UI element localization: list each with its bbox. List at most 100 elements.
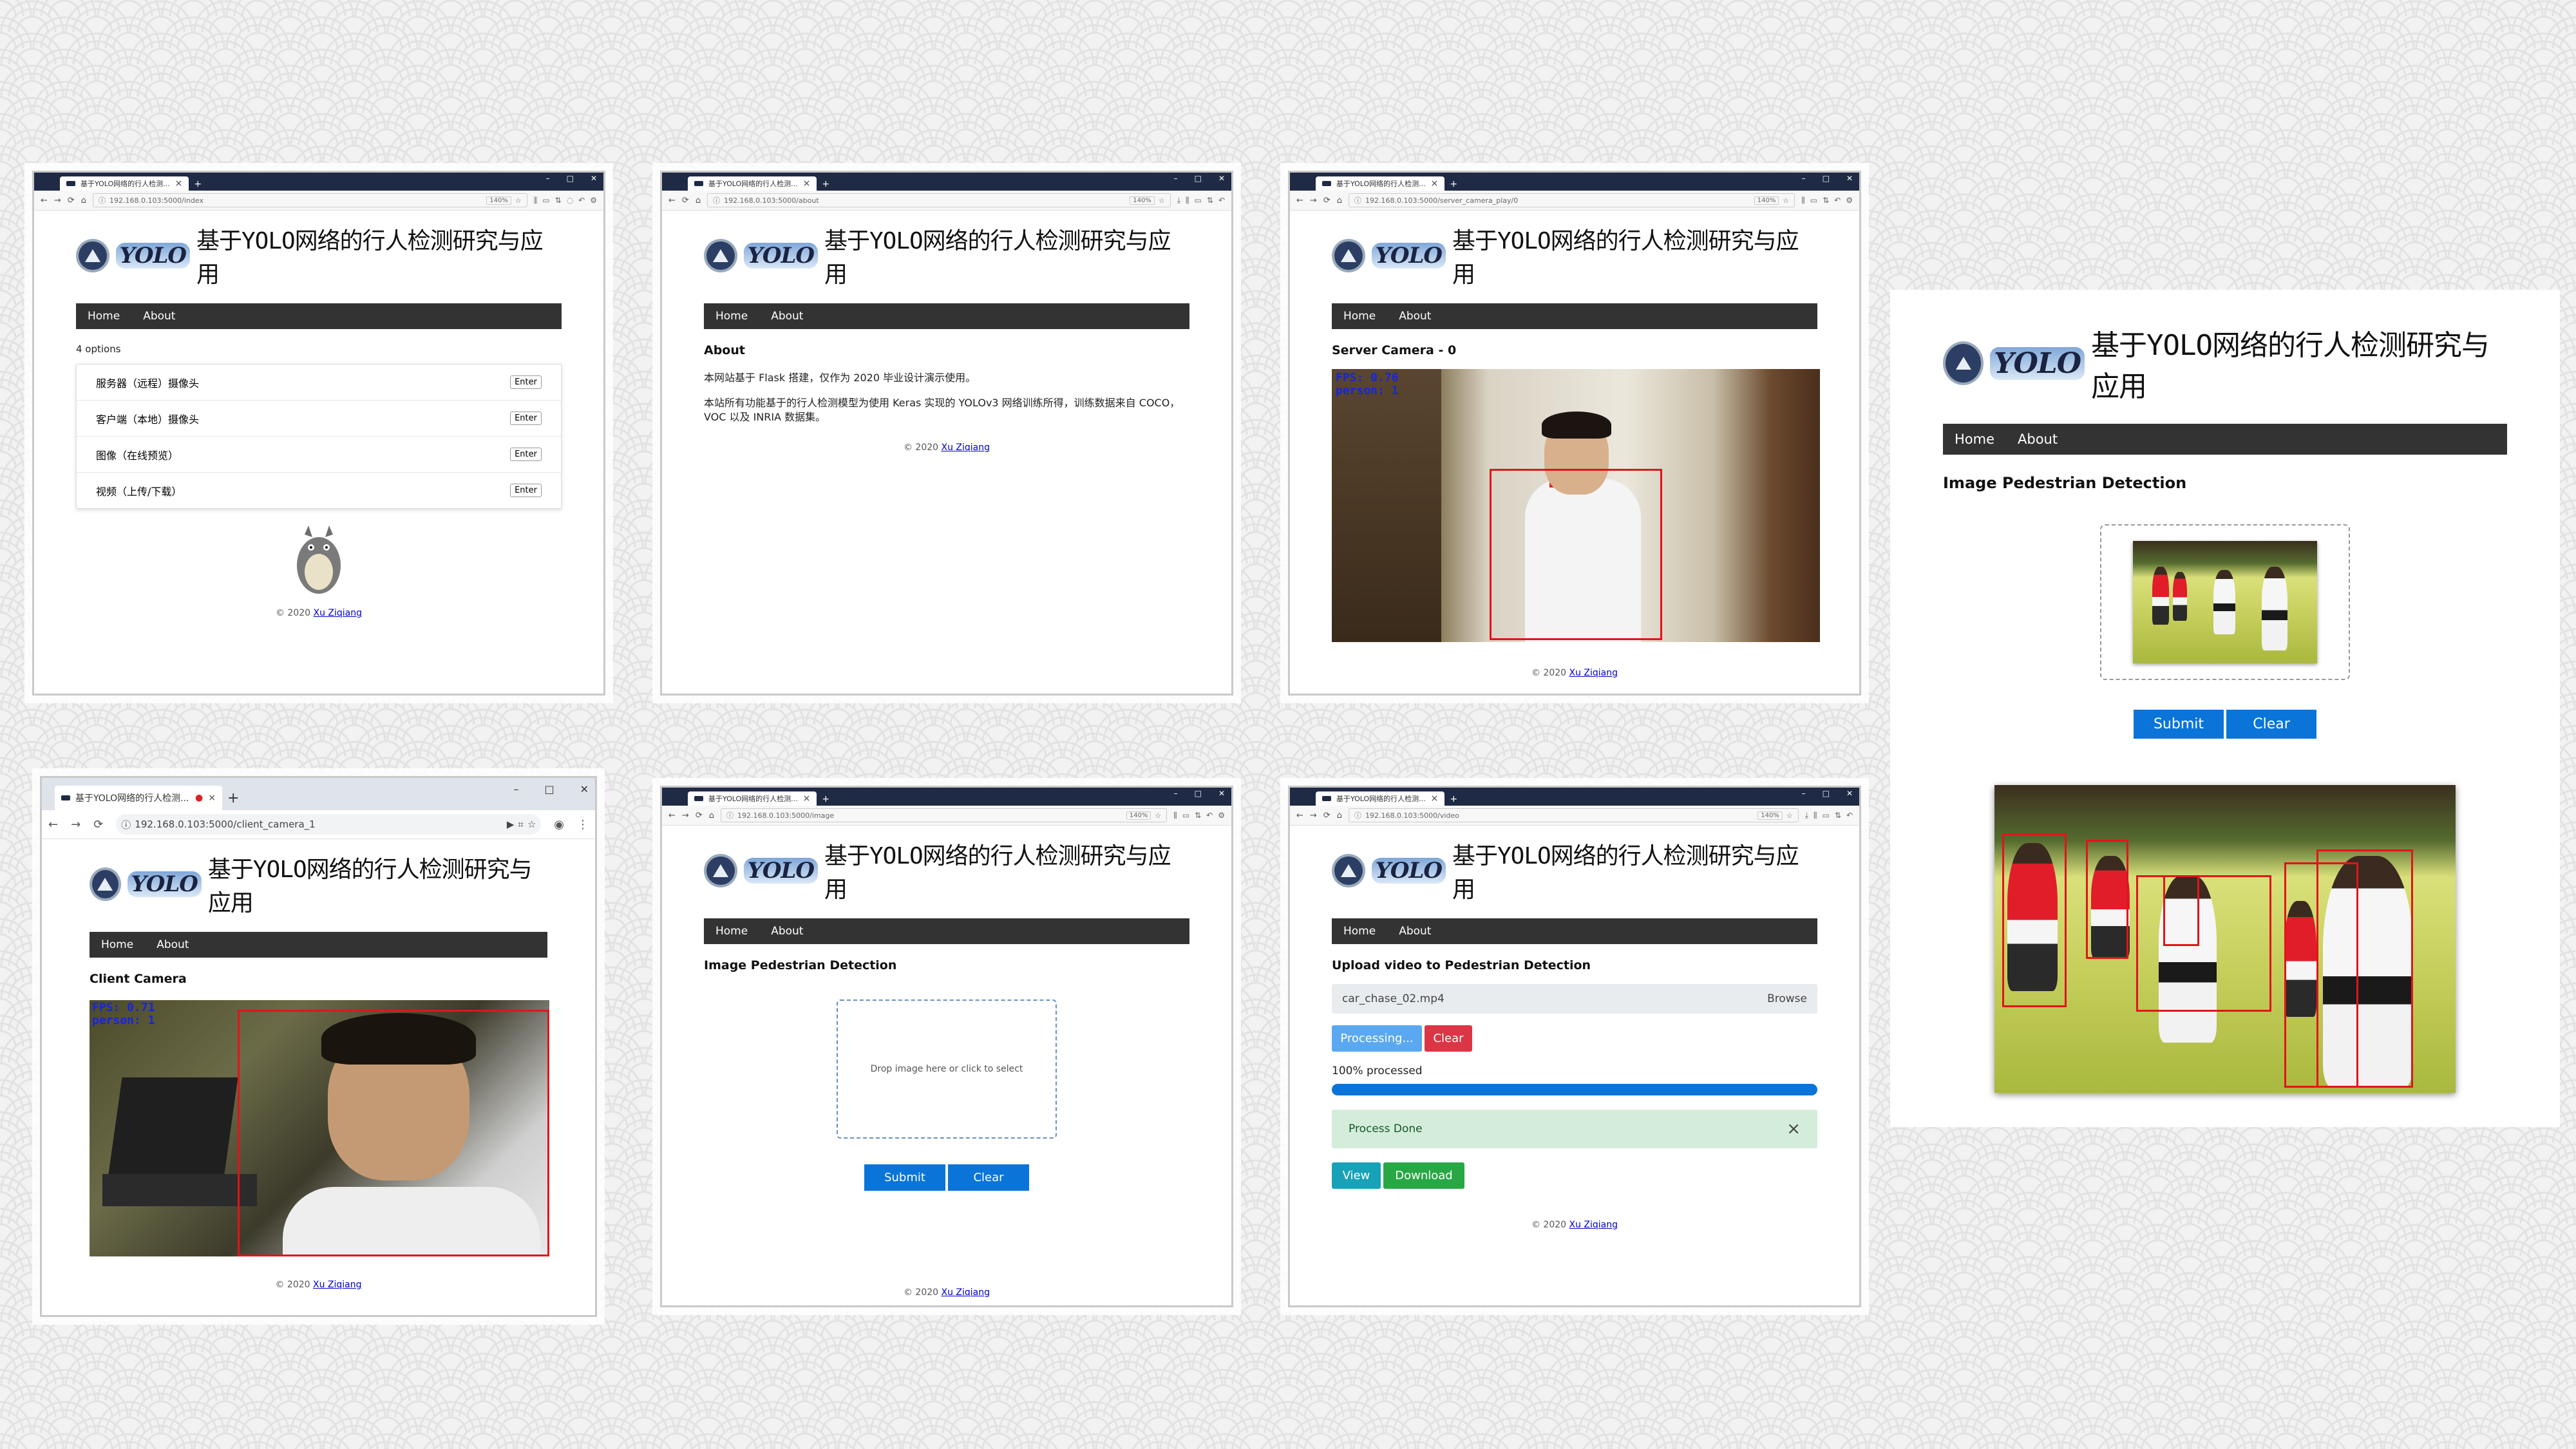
undo-icon[interactable]: ↶	[1206, 811, 1213, 820]
forward-icon[interactable]: →	[54, 196, 61, 205]
url-field[interactable]: ⓘ 192.168.0.103:5000/server_camera_play/…	[1348, 193, 1795, 207]
bookmark-star-icon[interactable]: ☆	[515, 196, 522, 205]
home-icon[interactable]: ⌂	[81, 196, 86, 205]
camera-icon[interactable]: ▶	[507, 819, 515, 830]
minimize-icon[interactable]: –	[1174, 174, 1178, 183]
zoom-level[interactable]: 140%	[1126, 811, 1151, 820]
download-button[interactable]: Download	[1383, 1162, 1464, 1189]
close-window-icon[interactable]: ✕	[591, 174, 597, 183]
browser-tab[interactable]: 基于YOLO网络的行人检测... ×	[1316, 176, 1445, 191]
zoom-level[interactable]: 140%	[1757, 811, 1783, 820]
maximize-icon[interactable]: □	[1823, 174, 1830, 183]
maximize-icon[interactable]: □	[567, 174, 574, 183]
undo-icon[interactable]: ↶	[1218, 196, 1225, 205]
account-icon[interactable]: ◉	[554, 818, 564, 831]
minimize-icon[interactable]: –	[546, 174, 550, 183]
submit-button[interactable]: Submit	[2134, 710, 2224, 739]
library-icon[interactable]: ⫼	[534, 196, 538, 205]
extension-icon[interactable]: ⚙	[1218, 811, 1225, 820]
sync-icon[interactable]: ⇅	[555, 196, 562, 205]
new-tab-icon[interactable]: +	[194, 179, 202, 189]
nav-about-link[interactable]: About	[771, 925, 803, 938]
alert-close-icon[interactable]: ×	[1786, 1119, 1801, 1139]
nav-about-link[interactable]: About	[2018, 431, 2058, 447]
undo-icon[interactable]: ↶	[1834, 196, 1841, 205]
new-tab-icon[interactable]: +	[822, 794, 829, 804]
reload-icon[interactable]: ⟳	[682, 196, 689, 205]
file-input[interactable]: car_chase_02.mp4 Browse	[1332, 984, 1817, 1014]
library-icon[interactable]: ⫼	[1173, 811, 1177, 820]
home-icon[interactable]: ⌂	[709, 811, 714, 820]
nav-home-link[interactable]: Home	[88, 310, 120, 323]
footer-author-link[interactable]: Xu Ziqiang	[1569, 1220, 1618, 1230]
back-icon[interactable]: ←	[48, 818, 58, 831]
extension-icon[interactable]: ⚙	[1846, 196, 1853, 205]
footer-author-link[interactable]: Xu Ziqiang	[313, 1280, 362, 1290]
close-window-icon[interactable]: ✕	[580, 783, 589, 795]
browser-tab[interactable]: 基于YOLO网络的行人检测... ×	[688, 176, 817, 191]
image-dropzone[interactable]	[2100, 524, 2350, 680]
sidebar-icon[interactable]: ▭	[1823, 811, 1830, 820]
new-tab-icon[interactable]: +	[227, 790, 239, 806]
enter-button[interactable]: Enter	[510, 484, 542, 497]
url-field[interactable]: ⓘ 192.168.0.103:5000/video 140% ☆	[1348, 808, 1799, 822]
sidebar-icon[interactable]: ▭	[542, 196, 549, 205]
reload-icon[interactable]: ⟳	[1323, 196, 1331, 205]
minimize-icon[interactable]: –	[1802, 174, 1806, 183]
footer-author-link[interactable]: Xu Ziqiang	[1569, 668, 1618, 678]
sidebar-icon[interactable]: ▭	[1810, 196, 1817, 205]
zoom-level[interactable]: 140%	[1754, 196, 1779, 205]
forward-icon[interactable]: →	[71, 818, 80, 831]
bookmark-star-icon[interactable]: ☆	[1786, 811, 1793, 820]
maximize-icon[interactable]: □	[544, 783, 554, 795]
nav-home-link[interactable]: Home	[101, 938, 133, 951]
browser-tab[interactable]: 基于YOLO网络的行人检测... ● ×	[55, 786, 222, 810]
menu-icon[interactable]: ⋮	[577, 818, 589, 831]
enter-button[interactable]: Enter	[510, 375, 542, 389]
minimize-icon[interactable]: –	[1174, 789, 1178, 798]
reload-icon[interactable]: ⟳	[68, 196, 75, 205]
tab-close-icon[interactable]: ×	[208, 793, 216, 803]
download-icon[interactable]: ⤓	[1805, 811, 1808, 820]
url-field[interactable]: ⓘ 192.168.0.103:5000/client_camera_1 ▶ ⌗…	[116, 814, 542, 835]
nav-home-link[interactable]: Home	[1343, 925, 1376, 938]
minimize-icon[interactable]: –	[1802, 789, 1806, 798]
bookmark-star-icon[interactable]: ☆	[1155, 811, 1161, 820]
browser-tab[interactable]: 基于YOLO网络的行人检测... ×	[688, 791, 817, 806]
library-icon[interactable]: ⫼	[1814, 811, 1817, 820]
maximize-icon[interactable]: □	[1823, 789, 1830, 798]
zoom-level[interactable]: 140%	[486, 196, 511, 205]
clear-button[interactable]: Clear	[2226, 710, 2316, 739]
home-icon[interactable]: ⌂	[1337, 811, 1342, 820]
reload-icon[interactable]: ⟳	[93, 818, 103, 831]
url-field[interactable]: ⓘ 192.168.0.103:5000/image 140% ☆	[720, 808, 1168, 822]
close-window-icon[interactable]: ✕	[1218, 174, 1225, 183]
new-tab-icon[interactable]: +	[1450, 179, 1457, 189]
nav-about-link[interactable]: About	[1399, 310, 1431, 323]
nav-home-link[interactable]: Home	[715, 925, 748, 938]
sync-icon[interactable]: ⇅	[1835, 811, 1841, 820]
sync-icon[interactable]: ⇅	[1823, 196, 1829, 205]
library-icon[interactable]: ⫼	[1801, 196, 1805, 205]
translate-icon[interactable]: ⌗	[518, 819, 523, 830]
tab-close-icon[interactable]: ×	[1431, 178, 1439, 189]
nav-about-link[interactable]: About	[143, 310, 175, 323]
sidebar-icon[interactable]: ▭	[1195, 196, 1202, 205]
nav-about-link[interactable]: About	[771, 310, 803, 323]
back-icon[interactable]: ←	[668, 196, 676, 205]
nav-home-link[interactable]: Home	[1343, 310, 1376, 323]
url-field[interactable]: ⓘ 192.168.0.103:5000/about 140% ☆	[707, 193, 1171, 207]
nav-home-link[interactable]: Home	[715, 310, 748, 323]
footer-author-link[interactable]: Xu Ziqiang	[942, 1287, 990, 1298]
processing-button[interactable]: Processing...	[1332, 1025, 1422, 1052]
enter-button[interactable]: Enter	[510, 412, 542, 425]
bookmark-star-icon[interactable]: ☆	[527, 819, 536, 830]
footer-author-link[interactable]: Xu Ziqiang	[314, 608, 363, 618]
home-icon[interactable]: ⌂	[696, 196, 701, 205]
image-dropzone[interactable]: Drop image here or click to select	[837, 999, 1057, 1139]
maximize-icon[interactable]: □	[1195, 174, 1202, 183]
browser-tab[interactable]: 基于YOLO网络的行人检测... ×	[60, 176, 189, 191]
tab-close-icon[interactable]: ×	[803, 793, 811, 804]
sidebar-icon[interactable]: ▭	[1182, 811, 1189, 820]
view-button[interactable]: View	[1332, 1162, 1381, 1189]
